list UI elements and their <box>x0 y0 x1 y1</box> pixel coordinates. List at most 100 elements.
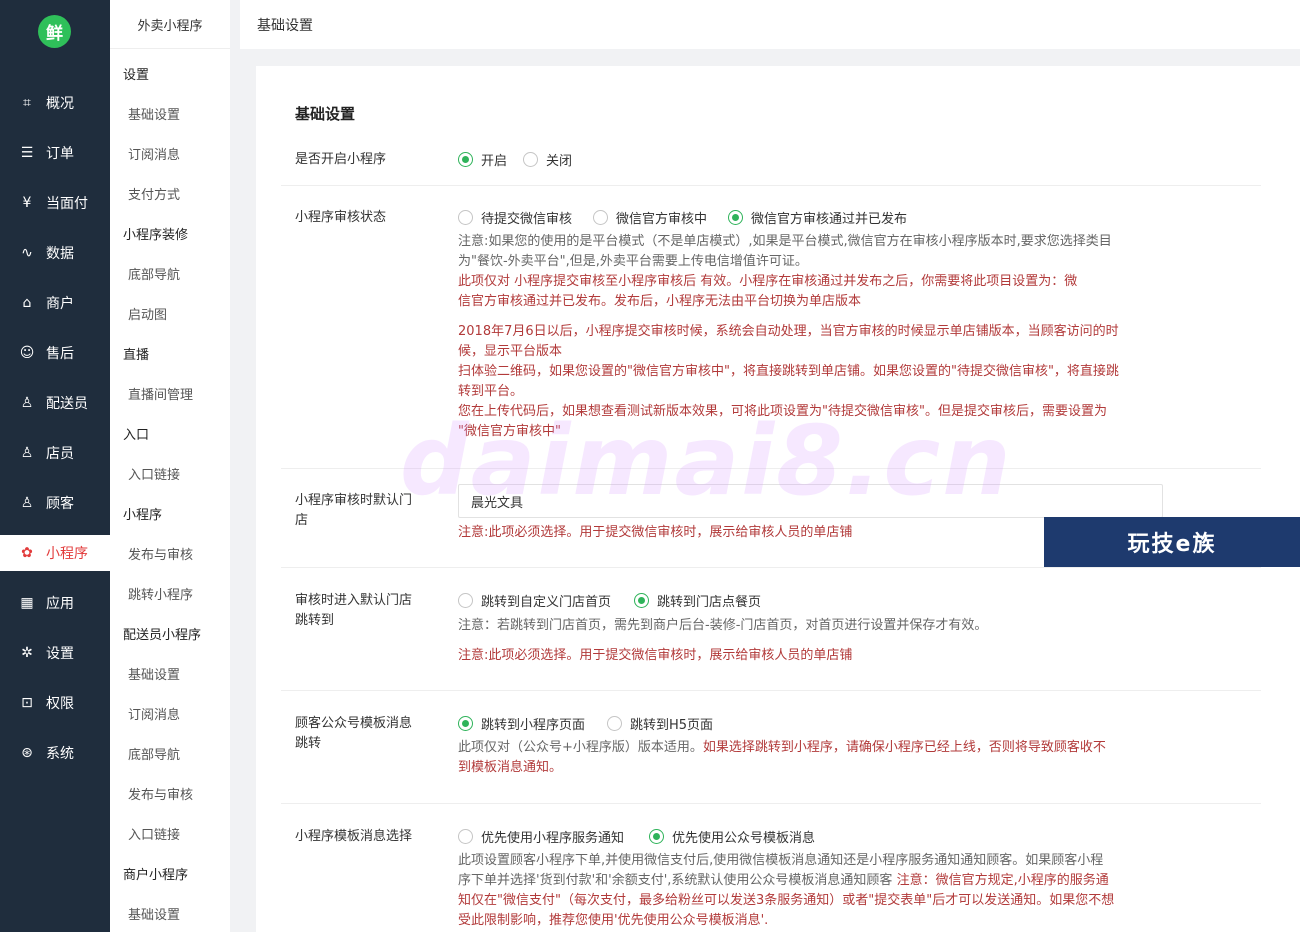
nav-icon: ⊡ <box>21 695 33 711</box>
nav-item[interactable]: ⊛ 系统 <box>0 735 110 771</box>
nav-item[interactable]: ♙ 店员 <box>0 435 110 471</box>
nav-item[interactable]: ¥ 当面付 <box>0 185 110 221</box>
sub-menu-link[interactable]: 基础设置 <box>128 904 180 923</box>
sub-menu-group: 入口 <box>123 428 150 443</box>
section-title: 基础设置 <box>295 105 356 123</box>
settings-card: 基础设置 是否开启小程序 开启 关闭 小程序审核状态 待提交微信审核 微信官方审… <box>256 66 1300 932</box>
brand-badge: 玩技e族 <box>1044 517 1300 567</box>
template-jump-label: 顾客公众号模板消息 跳转 <box>295 716 413 751</box>
jump-label: 审核时进入默认门店 跳转到 <box>295 593 413 628</box>
sub-menu-group: 小程序装修 <box>123 228 189 243</box>
nav-item[interactable]: ⊡ 权限 <box>0 685 110 721</box>
nav-item[interactable]: ♙ 配送员 <box>0 385 110 421</box>
nav-icon: ♙ <box>20 445 34 461</box>
nav-item-label: 设置 <box>46 646 74 662</box>
nav-item-label: 小程序 <box>46 546 88 562</box>
review-notes: 注意:如果您的使用的是平台模式（不是单店模式）,如果是平台模式,微信官方在审核小… <box>458 234 1119 439</box>
msg-service-notify-radio[interactable]: 优先使用小程序服务通知 <box>458 827 624 846</box>
jump-note: 注意：若跳转到门店首页，需先到商户后台-装修-门店首页，对首页进行设置并保存才有… <box>458 618 988 633</box>
nav-icon: ♙ <box>20 395 34 411</box>
sub-menu-link[interactable]: 启动图 <box>128 304 167 323</box>
sub-menu-title: 外卖小程序 <box>110 0 230 49</box>
nav-icon: ✲ <box>21 645 33 661</box>
divider <box>281 185 1261 186</box>
sub-menu-group: 商户小程序 <box>123 868 189 883</box>
nav-item[interactable]: ▦ 应用 <box>0 585 110 621</box>
review-published-radio[interactable]: 微信官方审核通过并已发布 <box>728 208 907 227</box>
nav-item-label: 顾客 <box>46 496 74 512</box>
nav-icon: ✿ <box>21 545 33 561</box>
msg-official-account-radio[interactable]: 优先使用公众号模板消息 <box>649 827 815 846</box>
radio-dot <box>593 210 608 225</box>
sub-menu: 外卖小程序 设置 基础设置 订阅消息 支付方式 小程序装修 底部导航 启动图 直播 直播间管理入… <box>110 0 230 932</box>
nav-item[interactable]: ✿ 小程序 <box>0 535 110 571</box>
nav-item-label: 配送员 <box>46 396 88 412</box>
sub-menu-link[interactable]: 订阅消息 <box>128 704 180 723</box>
template-jump-note: 此项仅对（公众号+小程序版）版本适用。如果选择跳转到小程序，请确保小程序已经上线… <box>458 740 1106 775</box>
template-msg-label: 小程序模板消息选择 <box>295 829 413 844</box>
nav-item[interactable]: ∿ 数据 <box>0 235 110 271</box>
nav-item-label: 权限 <box>46 696 74 712</box>
sub-menu-group: 小程序 <box>123 508 163 523</box>
nav-icon: ⌂ <box>22 295 32 311</box>
review-inprogress-radio[interactable]: 微信官方审核中 <box>593 208 707 227</box>
enable-off-radio[interactable]: 关闭 <box>523 150 572 169</box>
review-pending-radio[interactable]: 待提交微信审核 <box>458 208 572 227</box>
sub-menu-link[interactable]: 基础设置 <box>128 664 180 683</box>
nav-item[interactable]: ☺ 售后 <box>0 335 110 371</box>
divider <box>281 567 1261 568</box>
sub-menu-link[interactable]: 直播间管理 <box>128 384 193 403</box>
tpl-h5-radio[interactable]: 跳转到H5页面 <box>607 714 713 733</box>
sub-menu-link[interactable]: 入口链接 <box>128 464 180 483</box>
sub-menu-link[interactable]: 底部导航 <box>128 744 180 763</box>
nav-item[interactable]: ♙ 顾客 <box>0 485 110 521</box>
sub-menu-link[interactable]: 发布与审核 <box>128 784 193 803</box>
nav-item-label: 概况 <box>46 96 74 112</box>
sub-menu-link[interactable]: 跳转小程序 <box>128 584 193 603</box>
nav-item-label: 订单 <box>46 146 74 162</box>
sub-menu-link[interactable]: 订阅消息 <box>128 144 180 163</box>
default-store-label: 小程序审核时默认门 店 <box>295 493 413 528</box>
sub-menu-link[interactable]: 底部导航 <box>128 264 180 283</box>
jump-homepage-radio[interactable]: 跳转到自定义门店首页 <box>458 591 611 610</box>
jump-required-note: 注意:此项必须选择。用于提交微信审核时，展示给审核人员的单店铺 <box>458 648 853 663</box>
radio-dot <box>458 210 473 225</box>
nav-item[interactable]: ✲ 设置 <box>0 635 110 671</box>
radio-dot <box>728 210 743 225</box>
review-status-label: 小程序审核状态 <box>295 210 387 225</box>
nav-icon: ☰ <box>20 145 34 161</box>
sub-menu-group: 直播 <box>123 348 150 363</box>
breadcrumb: 基础设置 <box>257 17 313 34</box>
tpl-miniprogram-radio[interactable]: 跳转到小程序页面 <box>458 714 585 733</box>
nav-icon: ☺ <box>19 345 35 361</box>
divider <box>281 803 1261 804</box>
divider <box>281 468 1261 469</box>
nav-item[interactable]: ☰ 订单 <box>0 135 110 171</box>
sub-menu-link[interactable]: 入口链接 <box>128 824 180 843</box>
enable-on-radio[interactable]: 开启 <box>458 150 507 169</box>
nav-item[interactable]: ⌗ 概况 <box>0 85 110 121</box>
radio-dot <box>607 716 622 731</box>
nav-icon: ∿ <box>21 245 33 261</box>
sub-menu-link[interactable]: 发布与审核 <box>128 544 193 563</box>
nav-item-label: 售后 <box>46 346 74 362</box>
enable-label: 是否开启小程序 <box>295 152 387 167</box>
radio-dot <box>649 829 664 844</box>
app-logo[interactable]: 鲜 <box>38 15 71 48</box>
radio-dot <box>458 829 473 844</box>
nav-icon: ⊛ <box>21 745 33 761</box>
template-msg-note: 此项设置顾客小程序下单,并使用微信支付后,使用微信模板消息通知还是小程序服务通知… <box>458 853 1115 928</box>
radio-dot <box>523 152 538 167</box>
nav-item-label: 系统 <box>46 746 74 762</box>
nav-item-label: 当面付 <box>46 196 88 212</box>
sub-menu-link[interactable]: 支付方式 <box>128 184 180 203</box>
default-store-input[interactable]: 晨光文具 <box>458 484 1163 518</box>
radio-dot <box>634 593 649 608</box>
nav-icon: ▦ <box>20 595 34 611</box>
nav-item[interactable]: ⌂ 商户 <box>0 285 110 321</box>
nav-item-label: 店员 <box>46 446 74 462</box>
nav-icon: ♙ <box>20 495 34 511</box>
sub-menu-link[interactable]: 基础设置 <box>128 104 180 123</box>
jump-order-page-radio[interactable]: 跳转到门店点餐页 <box>634 591 761 610</box>
nav-item-label: 数据 <box>46 246 74 262</box>
